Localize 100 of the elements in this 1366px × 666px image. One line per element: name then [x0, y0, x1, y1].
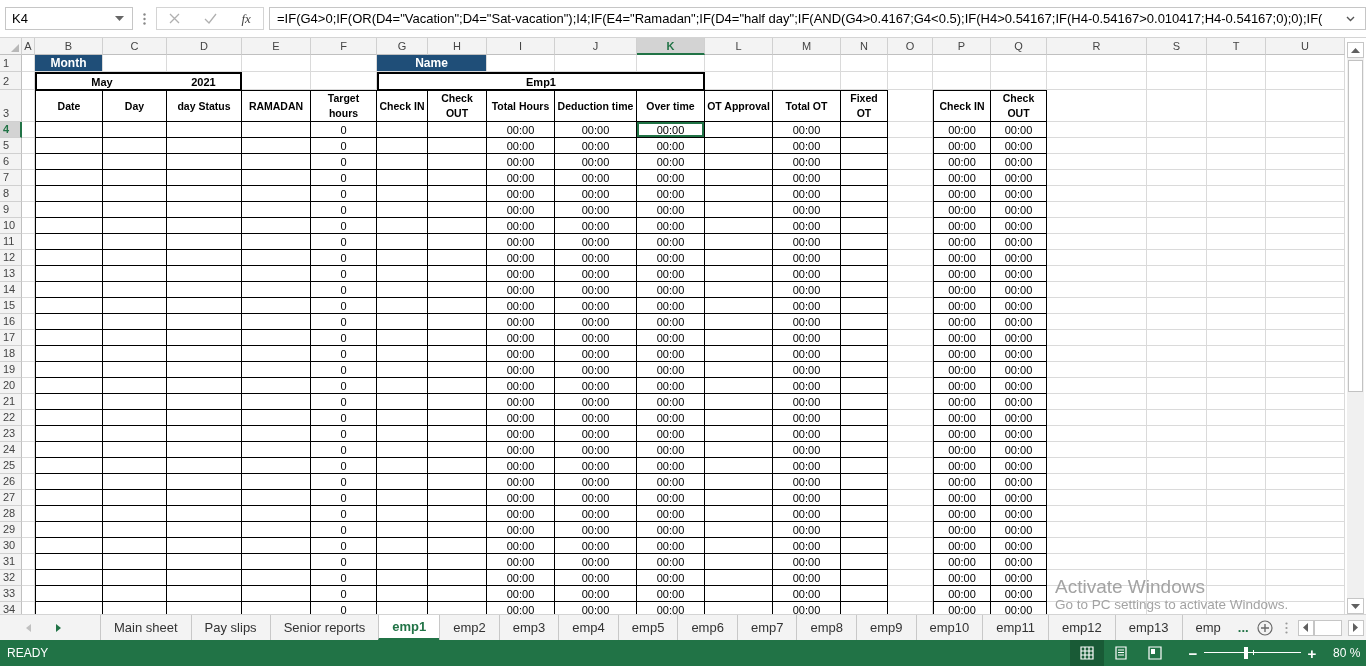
- column-header[interactable]: Q: [991, 38, 1047, 55]
- row-header[interactable]: 13: [0, 266, 22, 282]
- row-header[interactable]: 19: [0, 362, 22, 378]
- row-header[interactable]: 18: [0, 346, 22, 362]
- table-cell: 00:00: [637, 410, 705, 426]
- row-header[interactable]: 21: [0, 394, 22, 410]
- row-header[interactable]: 16: [0, 314, 22, 330]
- formula-field[interactable]: =IF(G4>0;IF(OR(D4="Vacation";D4="Sat-vacation");I4;IF(E4="Ramadan";IF(D4="half day";IF(AND(G4>0.4167;G4<0.5);IF(H4>0.54167;IF(H4-0.54167>0.010417;H4-0.54167;0);0);IF(: [269, 7, 1366, 30]
- table-cell: 0: [311, 234, 377, 250]
- row-header[interactable]: 10: [0, 218, 22, 234]
- caret-up-icon[interactable]: [1351, 47, 1360, 53]
- table-cell: 00:00: [773, 394, 841, 410]
- row-header[interactable]: 5: [0, 138, 22, 154]
- table-cell: 0: [311, 346, 377, 362]
- grid-icon[interactable]: [1080, 646, 1094, 660]
- column-header[interactable]: B: [35, 38, 103, 55]
- caret-icon[interactable]: [115, 16, 124, 21]
- normal-view-button[interactable]: [1070, 640, 1104, 666]
- insert-function-button[interactable]: fx: [241, 10, 251, 27]
- row-header[interactable]: 1: [0, 55, 22, 72]
- column-header[interactable]: K: [637, 38, 705, 55]
- column-header[interactable]: J: [555, 38, 637, 55]
- page-icon[interactable]: [1114, 646, 1128, 660]
- next-sheet-icon[interactable]: [56, 623, 61, 632]
- column-header[interactable]: N: [841, 38, 888, 55]
- zoom-slider[interactable]: [1204, 647, 1301, 659]
- row-header[interactable]: 26: [0, 474, 22, 490]
- column-header[interactable]: D: [167, 38, 242, 55]
- column-header[interactable]: A: [22, 38, 35, 55]
- row-header[interactable]: 2: [0, 72, 22, 90]
- table-cell: [428, 218, 487, 234]
- row-header[interactable]: 30: [0, 538, 22, 554]
- table-cell: [35, 394, 103, 410]
- row-header[interactable]: 27: [0, 490, 22, 506]
- column-header[interactable]: P: [933, 38, 991, 55]
- row-header[interactable]: 14: [0, 282, 22, 298]
- column-header[interactable]: T: [1207, 38, 1266, 55]
- row-header[interactable]: 24: [0, 442, 22, 458]
- row-header[interactable]: 9: [0, 202, 22, 218]
- table-cell: 00:00: [773, 266, 841, 282]
- column-header[interactable]: S: [1147, 38, 1207, 55]
- table-cell: [428, 202, 487, 218]
- row-header[interactable]: 31: [0, 554, 22, 570]
- row-header[interactable]: 22: [0, 410, 22, 426]
- table-cell: 00:00: [637, 586, 705, 602]
- drag-handle-icon[interactable]: [1284, 621, 1288, 634]
- column-header[interactable]: G: [377, 38, 428, 55]
- table-cell: 0: [311, 522, 377, 538]
- column-header[interactable]: R: [1047, 38, 1147, 55]
- row-header[interactable]: 11: [0, 234, 22, 250]
- row-header[interactable]: 17: [0, 330, 22, 346]
- table-cell: [705, 570, 773, 586]
- row-header[interactable]: 6: [0, 154, 22, 170]
- column-header[interactable]: M: [773, 38, 841, 55]
- column-header[interactable]: O: [888, 38, 933, 55]
- check-icon[interactable]: [204, 13, 218, 24]
- row-header[interactable]: 15: [0, 298, 22, 314]
- column-header[interactable]: F: [311, 38, 377, 55]
- caret-right-icon[interactable]: [1353, 623, 1359, 632]
- table-cell: 00:00: [487, 394, 555, 410]
- zoom-level[interactable]: 80 %: [1333, 646, 1361, 660]
- row-header[interactable]: 28: [0, 506, 22, 522]
- scroll-up-button[interactable]: [1347, 42, 1364, 58]
- column-header[interactable]: E: [242, 38, 311, 55]
- name-box[interactable]: K4: [5, 7, 133, 30]
- column-header[interactable]: U: [1266, 38, 1345, 55]
- zoom-in-button[interactable]: +: [1305, 644, 1319, 662]
- row-header[interactable]: 29: [0, 522, 22, 538]
- table-cell: 00:00: [991, 138, 1047, 154]
- caret-left-icon[interactable]: [1303, 623, 1309, 632]
- zoom-out-button[interactable]: −: [1186, 644, 1200, 662]
- row-header[interactable]: 8: [0, 186, 22, 202]
- table-cell: 00:00: [991, 554, 1047, 570]
- row-header[interactable]: 4: [0, 122, 22, 138]
- add-sheet-icon[interactable]: [1256, 619, 1273, 636]
- table-cell[interactable]: 00:00: [637, 122, 705, 138]
- row-header[interactable]: 7: [0, 170, 22, 186]
- scrollbar-thumb[interactable]: [1313, 619, 1342, 636]
- caret-down-icon[interactable]: [1351, 603, 1360, 609]
- column-header[interactable]: H: [428, 38, 487, 55]
- column-header[interactable]: L: [705, 38, 773, 55]
- table-cell: [705, 250, 773, 266]
- row-header[interactable]: 3: [0, 90, 22, 122]
- row-header[interactable]: 12: [0, 250, 22, 266]
- row-header[interactable]: 34: [0, 602, 22, 614]
- column-header[interactable]: I: [487, 38, 555, 55]
- row-header[interactable]: 32: [0, 570, 22, 586]
- more-sheets-button[interactable]: ...: [1237, 620, 1249, 635]
- scroll-left-button[interactable]: [1297, 619, 1314, 636]
- page-break-icon[interactable]: [1148, 646, 1162, 660]
- row-header[interactable]: 33: [0, 586, 22, 602]
- column-header[interactable]: C: [103, 38, 167, 55]
- drag-handle-icon[interactable]: [143, 12, 146, 25]
- row-header[interactable]: 23: [0, 426, 22, 442]
- sheet-tab[interactable]: emp1: [378, 615, 440, 640]
- expand-icon[interactable]: [1346, 15, 1355, 22]
- row-header[interactable]: 25: [0, 458, 22, 474]
- scrollbar-thumb[interactable]: [1348, 60, 1363, 392]
- row-header[interactable]: 20: [0, 378, 22, 394]
- scroll-down-button[interactable]: [1347, 598, 1364, 614]
